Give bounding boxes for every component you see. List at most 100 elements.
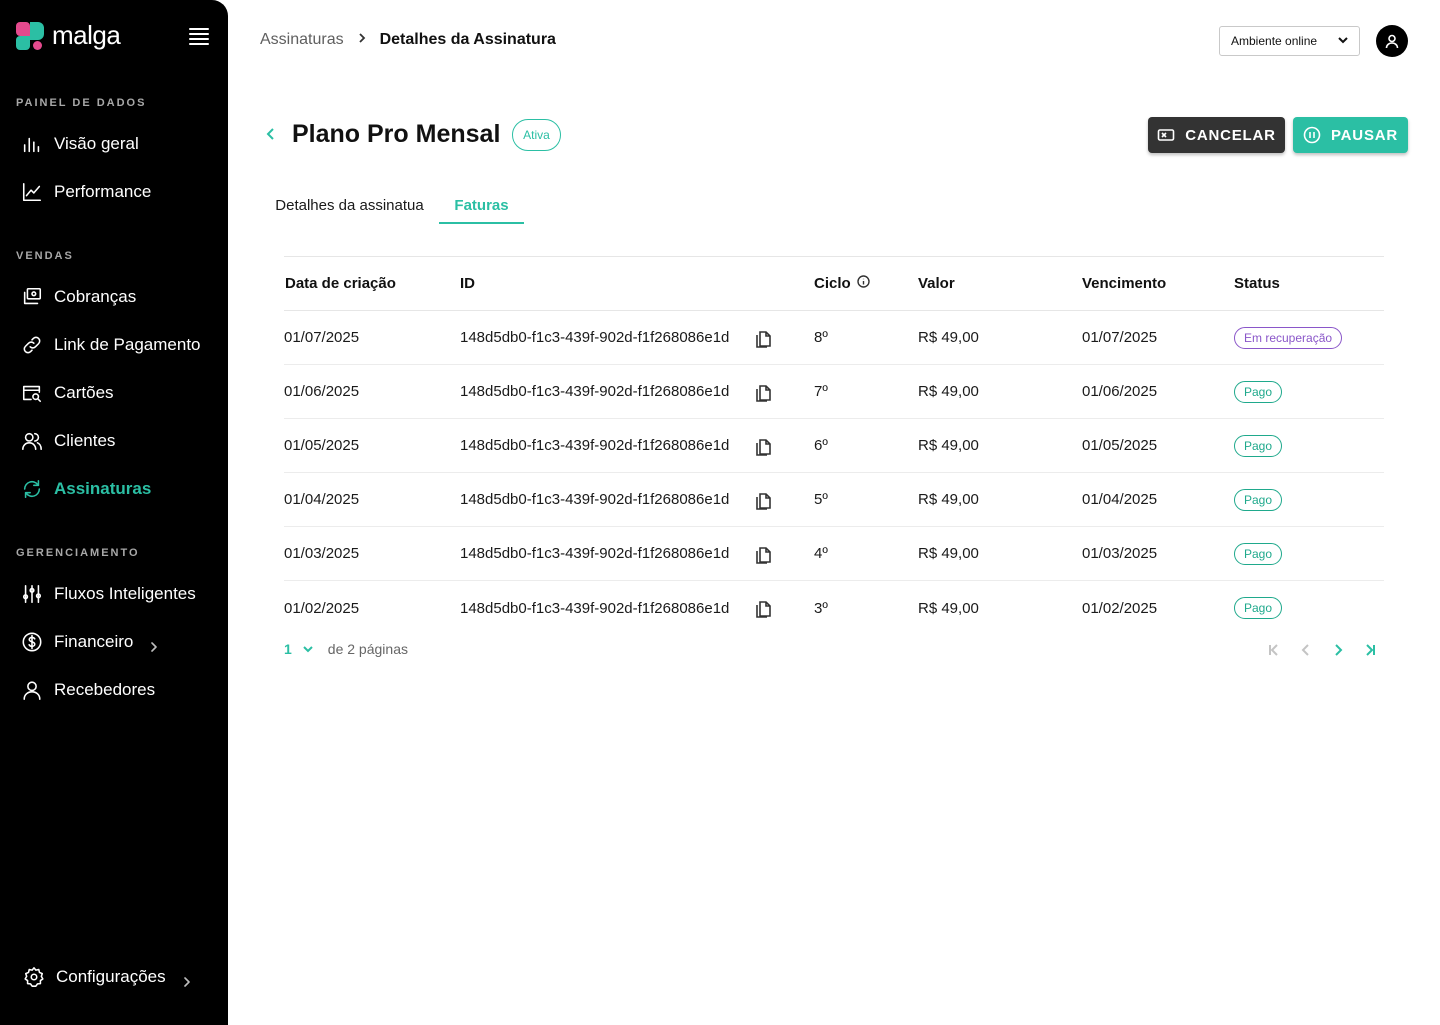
status-badge: Ativa [512,119,561,151]
copy-icon[interactable] [752,543,774,565]
sidebar-item-visao-geral[interactable]: Visão geral [20,126,220,162]
chevron-left-icon [266,128,274,140]
invoice-id: 148d5db0-f1c3-439f-902d-f1f268086e1d [460,383,730,400]
cell-amount: R$ 49,00 [918,329,979,346]
invoices-table: Data de criação ID Ciclo Valor Venciment… [284,256,1384,635]
previous-page-icon[interactable] [1298,642,1314,658]
sidebar-item-fluxos[interactable]: Fluxos Inteligentes [20,576,220,612]
copy-icon[interactable] [752,381,774,403]
copy-icon[interactable] [752,489,774,511]
column-header-cycle: Ciclo [814,275,918,292]
chevron-right-icon [356,31,368,49]
sidebar-item-cartoes[interactable]: Cartões [20,375,220,411]
sidebar-item-label: Configurações [56,967,166,986]
table-row[interactable]: 01/04/2025 148d5db0-f1c3-439f-902d-f1f268… [284,473,1384,527]
cell-id: 148d5db0-f1c3-439f-902d-f1f268086e1d [460,381,814,403]
menu-collapse-icon[interactable] [189,28,211,45]
pause-button[interactable]: PAUSAR [1293,117,1408,153]
cancel-button[interactable]: CANCELAR [1148,117,1285,153]
back-button[interactable] [264,127,280,143]
sidebar-item-cobrancas[interactable]: Cobranças [20,279,220,315]
table-row[interactable]: 01/06/2025 148d5db0-f1c3-439f-902d-f1f268… [284,365,1384,419]
cell-status: Pago [1234,434,1384,457]
table-row[interactable]: 01/02/2025 148d5db0-f1c3-439f-902d-f1f268… [284,581,1384,635]
cell-due: 01/06/2025 [1082,383,1158,400]
copy-icon[interactable] [752,597,774,619]
environment-value: Ambiente online [1231,34,1318,48]
refresh-icon [20,477,44,501]
user-icon [20,678,44,702]
cell-status: Pago [1234,597,1384,619]
table-header: Data de criação ID Ciclo Valor Venciment… [284,257,1384,311]
sidebar-item-recebedores[interactable]: Recebedores [20,672,220,708]
invoice-id: 148d5db0-f1c3-439f-902d-f1f268086e1d [460,491,730,508]
charges-icon [20,285,44,309]
last-page-icon[interactable] [1362,642,1378,658]
cell-due: 01/05/2025 [1082,437,1158,454]
tab-detalhes[interactable]: Detalhes da assinatua [268,190,431,224]
invoice-id: 148d5db0-f1c3-439f-902d-f1f268086e1d [460,329,730,346]
sidebar-item-configuracoes[interactable]: Configurações [22,959,222,995]
cell-created: 01/06/2025 [284,383,360,400]
sidebar-item-clientes[interactable]: Clientes [20,423,220,459]
sidebar-item-performance[interactable]: Performance [20,174,220,210]
section-label-painel: PAINEL DE DADOS [16,97,147,109]
gear-icon [22,965,46,989]
cell-due: 01/04/2025 [1082,491,1158,508]
tab-faturas[interactable]: Faturas [439,190,524,224]
copy-icon[interactable] [752,327,774,349]
dollar-circle-icon [20,630,44,654]
pause-circle-icon [1303,126,1321,144]
malga-logo[interactable]: malga [16,20,121,51]
cell-status: Pago [1234,542,1384,565]
cell-id: 148d5db0-f1c3-439f-902d-f1f268086e1d [460,597,814,619]
card-search-icon [20,381,44,405]
cell-amount: R$ 49,00 [918,491,979,508]
status-badge: Em recuperação [1234,326,1343,349]
cell-id: 148d5db0-f1c3-439f-902d-f1f268086e1d [460,543,814,565]
breadcrumb-assinaturas[interactable]: Assinaturas [260,31,344,49]
page-select-chevron-down-icon[interactable] [300,641,316,657]
breadcrumb: Assinaturas Detalhes da Assinatura [260,31,556,49]
cell-amount: R$ 49,00 [918,545,979,562]
sidebar-item-label: Visão geral [54,134,139,153]
cell-amount: R$ 49,00 [918,383,979,400]
first-page-icon[interactable] [1266,642,1282,658]
ticket-cancel-icon [1157,129,1175,141]
sidebar-item-label: Cobranças [54,287,137,306]
cell-created: 01/03/2025 [284,545,360,562]
cell-cycle: 4º [814,545,828,562]
table-row[interactable]: 01/07/2025 148d5db0-f1c3-439f-902d-f1f268… [284,311,1384,365]
copy-icon[interactable] [752,435,774,457]
cell-created: 01/05/2025 [284,437,360,454]
status-badge: Pago [1234,542,1283,565]
sidebar-item-label: Performance [54,182,152,201]
next-page-icon[interactable] [1330,642,1346,658]
chevron-down-icon [1337,34,1349,49]
table-row[interactable]: 01/03/2025 148d5db0-f1c3-439f-902d-f1f268… [284,527,1384,581]
pagination-controls [1266,642,1378,658]
status-badge: Pago [1234,380,1283,403]
current-page: 1 [284,641,292,657]
sidebar-item-link-pagamento[interactable]: Link de Pagamento [20,327,220,363]
cancel-button-label: CANCELAR [1185,126,1276,144]
column-header-cycle-label: Ciclo [814,275,851,292]
sidebar: malga PAINEL DE DADOS Visão geral Perfor… [0,0,228,1025]
user-avatar[interactable] [1376,25,1408,57]
cell-amount: R$ 49,00 [918,599,979,617]
sidebar-item-label: Cartões [54,383,114,402]
sidebar-item-financeiro[interactable]: Financeiro [20,624,220,660]
info-icon[interactable] [856,275,870,292]
chevron-right-icon [182,972,192,987]
line-chart-icon [20,180,44,204]
section-label-vendas: VENDAS [16,250,74,262]
table-row[interactable]: 01/05/2025 148d5db0-f1c3-439f-902d-f1f268… [284,419,1384,473]
cell-status: Pago [1234,380,1384,403]
column-header-created: Data de criação [285,275,396,292]
chevron-right-icon [149,637,159,652]
sidebar-item-assinaturas[interactable]: Assinaturas [20,471,220,507]
cell-created: 01/04/2025 [284,491,360,508]
environment-select[interactable]: Ambiente online [1219,26,1360,56]
page-title: Plano Pro Mensal [292,120,501,148]
bar-chart-icon [20,132,44,156]
